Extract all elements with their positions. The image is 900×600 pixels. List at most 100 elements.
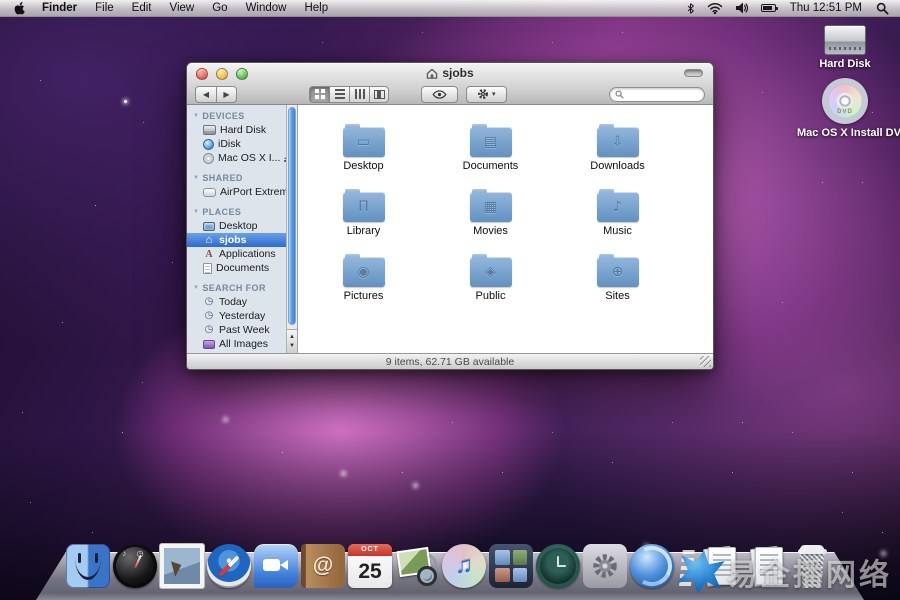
sidebar-item-desktop[interactable]: Desktop bbox=[187, 219, 297, 233]
home-mini-icon: ⌂ bbox=[203, 235, 215, 245]
folder-sites[interactable]: ⊕Sites bbox=[554, 239, 681, 304]
sidebar-item-past-week[interactable]: ◷Past Week bbox=[187, 323, 297, 337]
scrollbar-thumb[interactable] bbox=[288, 107, 296, 325]
hard-disk-mini-icon bbox=[203, 125, 216, 135]
battery-icon[interactable] bbox=[756, 0, 781, 16]
sidebar-header-shared[interactable]: ▼SHARED bbox=[187, 171, 297, 185]
back-button[interactable]: ◀ bbox=[195, 86, 216, 103]
icon-view-button[interactable] bbox=[309, 86, 329, 103]
sidebar-header-devices[interactable]: ▼DEVICES bbox=[187, 109, 297, 123]
dock-ical-icon[interactable]: OCT 25 bbox=[348, 544, 392, 588]
window-title-text: sjobs bbox=[442, 66, 473, 80]
folder-icon: Π bbox=[343, 192, 385, 222]
sidebar-item-sjobs[interactable]: ⌂sjobs bbox=[187, 233, 297, 247]
folder-desktop[interactable]: ▭Desktop bbox=[300, 109, 427, 174]
forward-button[interactable]: ▶ bbox=[216, 86, 237, 103]
dock-downloads-stack-icon[interactable] bbox=[747, 544, 791, 588]
video-camera-glyph bbox=[263, 559, 280, 571]
clock-mini-icon: ◷ bbox=[203, 311, 215, 321]
search-input[interactable] bbox=[627, 89, 697, 100]
sidebar-item-hard-disk[interactable]: Hard Disk bbox=[187, 123, 297, 137]
status-bar-text: 9 items, 62.71 GB available bbox=[386, 356, 514, 368]
menu-item-view[interactable]: View bbox=[161, 0, 204, 16]
dock-address-book-icon[interactable]: @ bbox=[301, 544, 345, 588]
minimize-button[interactable] bbox=[216, 68, 228, 80]
sidebar-item-all-images[interactable]: All Images bbox=[187, 337, 297, 351]
resize-grip[interactable] bbox=[700, 356, 711, 367]
clock-mini-icon: ◷ bbox=[203, 325, 215, 335]
column-view-button[interactable] bbox=[349, 86, 369, 103]
sidebar-header-places[interactable]: ▼PLACES bbox=[187, 205, 297, 219]
coverflow-view-button[interactable] bbox=[369, 86, 389, 103]
close-button[interactable] bbox=[196, 68, 208, 80]
scroll-up-arrow[interactable]: ▲ bbox=[289, 334, 295, 340]
menu-bar: Finder File Edit View Go Window Help Thu… bbox=[0, 0, 900, 17]
menu-item-help[interactable]: Help bbox=[295, 0, 337, 16]
finder-window: sjobs ◀ ▶ bbox=[186, 62, 714, 370]
folder-movies[interactable]: ▦Movies bbox=[427, 174, 554, 239]
title-bar[interactable]: sjobs bbox=[187, 63, 713, 83]
folder-icon: ▦ bbox=[470, 192, 512, 222]
sidebar-item-today[interactable]: ◷Today bbox=[187, 295, 297, 309]
menu-item-window[interactable]: Window bbox=[237, 0, 296, 16]
sidebar-item-airport-extreme[interactable]: AirPort Extreme bbox=[187, 185, 297, 199]
spotlight-icon[interactable] bbox=[871, 0, 894, 16]
sidebar-item-applications[interactable]: AApplications bbox=[187, 247, 297, 261]
loupe-glyph bbox=[417, 566, 437, 586]
dock-documents-stack-icon[interactable] bbox=[700, 544, 744, 588]
window-header[interactable]: sjobs ◀ ▶ bbox=[187, 63, 713, 105]
quick-look-button[interactable] bbox=[421, 86, 458, 103]
dock-safari-icon[interactable] bbox=[207, 544, 251, 588]
sidebar-item-documents[interactable]: Documents bbox=[187, 261, 297, 275]
airport-base-icon bbox=[203, 188, 216, 197]
desktop-icon-hard-disk[interactable]: Hard Disk bbox=[797, 25, 893, 70]
dock-dashboard-icon[interactable] bbox=[113, 544, 157, 588]
sidebar-item-idisk[interactable]: iDisk bbox=[187, 137, 297, 151]
folder-documents[interactable]: ▤Documents bbox=[427, 109, 554, 174]
menu-item-file[interactable]: File bbox=[86, 0, 123, 16]
sidebar-header-search-for[interactable]: ▼SEARCH FOR bbox=[187, 281, 297, 295]
action-caret: ▾ bbox=[492, 90, 496, 98]
bluetooth-icon[interactable] bbox=[681, 0, 700, 16]
folder-pictures[interactable]: ◉Pictures bbox=[300, 239, 427, 304]
dock-ichat-icon[interactable] bbox=[254, 544, 298, 588]
dock-time-machine-icon[interactable] bbox=[536, 544, 580, 588]
folder-public[interactable]: ◈Public bbox=[427, 239, 554, 304]
menu-clock[interactable]: Thu 12:51 PM bbox=[783, 2, 869, 14]
dock-finder-icon[interactable] bbox=[66, 544, 110, 588]
hard-disk-label: Hard Disk bbox=[797, 58, 893, 70]
dock-software-update-icon[interactable] bbox=[630, 544, 674, 588]
folder-library[interactable]: ΠLibrary bbox=[300, 174, 427, 239]
dock-trash-icon[interactable] bbox=[794, 544, 830, 588]
search-field[interactable] bbox=[609, 87, 705, 102]
dvd-disc-icon: DVD bbox=[822, 78, 868, 124]
scroll-down-arrow[interactable]: ▼ bbox=[289, 343, 295, 349]
desktop-icon-install-dvd[interactable]: DVD Mac OS X Install DVD bbox=[797, 78, 893, 139]
action-menu-button[interactable]: ▾ bbox=[466, 86, 507, 103]
folder-icon: ◈ bbox=[470, 257, 512, 287]
folder-music[interactable]: ♪Music bbox=[554, 174, 681, 239]
sidebar-item-yesterday[interactable]: ◷Yesterday bbox=[187, 309, 297, 323]
menu-item-edit[interactable]: Edit bbox=[123, 0, 161, 16]
status-bar: 9 items, 62.71 GB available bbox=[187, 353, 713, 369]
desktop-mini-icon bbox=[203, 222, 215, 231]
volume-icon[interactable] bbox=[730, 0, 754, 16]
dock-system-preferences-icon[interactable] bbox=[583, 544, 627, 588]
folder-icon: ♪ bbox=[597, 192, 639, 222]
dock-itunes-icon[interactable]: ♫ bbox=[442, 544, 486, 588]
wifi-icon[interactable] bbox=[702, 0, 728, 16]
apple-menu[interactable] bbox=[0, 0, 33, 16]
folder-downloads[interactable]: ⇩Downloads bbox=[554, 109, 681, 174]
menu-item-go[interactable]: Go bbox=[203, 0, 236, 16]
dock-spaces-icon[interactable] bbox=[489, 544, 533, 588]
zoom-button[interactable] bbox=[236, 68, 248, 80]
dock-preview-icon[interactable] bbox=[395, 544, 439, 588]
list-view-button[interactable] bbox=[329, 86, 349, 103]
folder-icon: ▭ bbox=[343, 127, 385, 157]
sidebar-scrollbar[interactable]: ▲ ▼ bbox=[286, 105, 297, 353]
menu-item-finder[interactable]: Finder bbox=[33, 0, 86, 16]
sidebar-item-install-dvd[interactable]: Mac OS X I... bbox=[187, 151, 297, 165]
toolbar-toggle-button[interactable] bbox=[684, 69, 703, 77]
search-icon bbox=[615, 90, 624, 99]
dock-mail-icon[interactable] bbox=[160, 544, 204, 588]
